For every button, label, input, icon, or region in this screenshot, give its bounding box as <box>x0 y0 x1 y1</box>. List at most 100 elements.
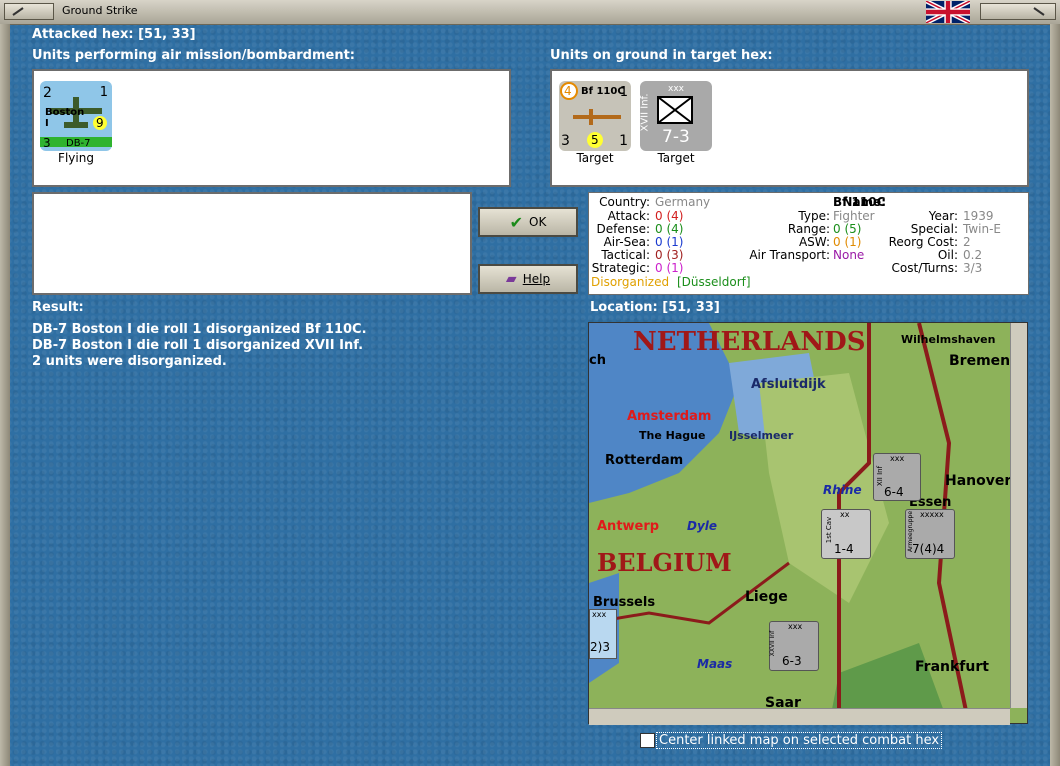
city-label: IJsselmeer <box>729 429 794 442</box>
title-bar: Ground Strike <box>0 0 1060 25</box>
map-vertical-scrollbar[interactable] <box>1010 323 1027 708</box>
strategic-value: 0 (1) <box>655 261 684 275</box>
result-line: 2 units were disorganized. <box>32 354 227 369</box>
cost-value: 3/3 <box>963 261 983 275</box>
air-units-label: Units performing air mission/bombardment… <box>32 48 356 63</box>
type-value: Fighter <box>833 209 875 223</box>
oil-label: Oil: <box>937 248 958 262</box>
map-counter-label: 1-4 <box>834 542 854 556</box>
city-label: Bremen <box>949 353 1011 369</box>
map-counter-top: xxx <box>788 622 803 631</box>
center-map-label[interactable]: Center linked map on selected combat hex <box>656 732 943 749</box>
ground-unit2-strength: 7-3 <box>662 127 690 147</box>
city-label: Frankfurt <box>915 659 989 675</box>
special-value: Twin-E <box>963 222 1002 236</box>
map-counter-top: xx <box>840 510 850 519</box>
cost-label: Cost/Turns: <box>891 261 958 275</box>
map-counter[interactable]: xxx 2)3 <box>589 609 617 659</box>
status-value: Disorganized <box>591 275 670 289</box>
air-unit-badge: 9 <box>96 116 104 130</box>
defense-value: 0 (4) <box>655 222 684 236</box>
air-unit-top-right: 1 <box>99 85 108 100</box>
message-panel <box>32 192 472 295</box>
ground-unit1-name: Bf 110C <box>581 86 625 97</box>
result-line: DB-7 Boston I die roll 1 disorganized XV… <box>32 338 364 353</box>
attack-value: 0 (4) <box>655 209 684 223</box>
map-counter-label: 7(4)4 <box>912 542 945 556</box>
uk-flag-icon <box>925 0 971 25</box>
ground-unit2-status: Target <box>657 151 695 165</box>
map-counter-label: 6-3 <box>782 654 802 668</box>
city-label: Rhine <box>823 483 862 497</box>
ground-unit1-status: Target <box>576 151 614 165</box>
map-counter[interactable]: xxx XII Inf 6-4 <box>873 453 921 501</box>
reorg-label: Reorg Cost: <box>888 235 958 249</box>
help-button[interactable]: ▰ Help <box>478 264 578 294</box>
ground-units-panel: 4 Bf 110C 1 3 5 1 Target xxx XVII Inf. 7… <box>550 69 1029 187</box>
city-label: Brussels <box>593 595 656 610</box>
tactical-label: Tactical: <box>601 248 650 262</box>
city-label: The Hague <box>639 429 706 442</box>
result-line: DB-7 Boston I die roll 1 disorganized Bf… <box>32 322 367 337</box>
ground-unit1-top-right: 1 <box>619 85 628 100</box>
book-icon: ▰ <box>505 271 517 287</box>
ground-unit-bf110c-counter[interactable]: 4 Bf 110C 1 3 5 1 <box>559 81 631 151</box>
map-counter-label: 6-4 <box>884 485 904 499</box>
air-unit-bottom-left: 3 <box>43 136 51 150</box>
combat-map[interactable]: NETHERLANDS BELGIUM Wilhelmshaven Bremen… <box>588 322 1028 724</box>
air-unit-db7-counter[interactable]: 2 1 Boston I 9 3 DB-7 <box>40 81 112 151</box>
left-frame <box>0 24 10 766</box>
ground-units-label: Units on ground in target hex: <box>550 48 773 63</box>
map-counter[interactable]: xxx XXVII Inf 6-3 <box>769 621 819 671</box>
map-counter-label: 2)3 <box>590 640 610 654</box>
help-label: Help <box>522 272 551 286</box>
air-transport-label: Air Transport: <box>749 248 830 262</box>
ground-unit1-badge: 5 <box>591 133 599 147</box>
map-horizontal-scrollbar[interactable] <box>589 708 1010 725</box>
asw-label: ASW: <box>798 235 830 249</box>
city-label: Liege <box>745 589 788 605</box>
name-value: Bf 110C <box>833 195 886 209</box>
city-label: Antwerp <box>597 519 660 534</box>
city-label: ch <box>589 353 606 368</box>
right-frame <box>1050 24 1060 766</box>
ok-button[interactable]: ✔ OK <box>478 207 578 237</box>
map-counter-top: xxx <box>592 610 607 619</box>
map-counter-side: XXVII Inf <box>769 630 777 657</box>
air-unit-status: Flying <box>58 151 94 165</box>
airsea-label: Air-Sea: <box>603 235 650 249</box>
reorg-value: 2 <box>963 235 971 249</box>
map-counter[interactable]: xx 1st Cav 1-4 <box>821 509 871 559</box>
ground-unit-xvii-inf-counter[interactable]: xxx XVII Inf. 7-3 <box>640 81 712 151</box>
result-text: DB-7 Boston I die roll 1 disorganized Bf… <box>32 322 367 370</box>
tactical-value: 0 (3) <box>655 248 684 262</box>
city-label: Rotterdam <box>605 453 684 468</box>
type-label: Type: <box>798 209 830 223</box>
year-value: 1939 <box>963 209 994 223</box>
close-button[interactable] <box>980 3 1056 20</box>
special-label: Special: <box>910 222 958 236</box>
city-label: Afsluitdijk <box>751 377 826 392</box>
attack-label: Attack: <box>607 209 650 223</box>
strategic-label: Strategic: <box>591 261 650 275</box>
city-label: Maas <box>697 657 733 671</box>
city-label: Dyle <box>687 519 718 533</box>
year-label: Year: <box>928 209 958 223</box>
defense-label: Defense: <box>596 222 650 236</box>
map-counter[interactable]: xxxxx Armeegruppe 7(4)4 <box>905 509 955 559</box>
country-value: Germany <box>655 195 711 209</box>
location-value: [Düsseldorf] <box>677 275 751 289</box>
country-netherlands: NETHERLANDS <box>633 327 866 357</box>
map-counter-side: 1st Cav <box>825 516 834 544</box>
air-units-panel: 2 1 Boston I 9 3 DB-7 Flying <box>32 69 511 187</box>
map-counter-side: XII Inf <box>876 465 885 487</box>
ground-unit1-top-left: 4 <box>564 84 572 98</box>
ground-unit1-bottom-right: 1 <box>619 133 628 149</box>
center-map-checkbox[interactable] <box>640 733 655 748</box>
airsea-value: 0 (1) <box>655 235 684 249</box>
ground-unit1-bottom-left: 3 <box>561 133 570 149</box>
city-label: Amsterdam <box>627 409 712 424</box>
ground-unit2-size: xxx <box>668 84 684 94</box>
minimize-button[interactable] <box>4 3 54 20</box>
city-label: Wilhelmshaven <box>901 333 996 346</box>
